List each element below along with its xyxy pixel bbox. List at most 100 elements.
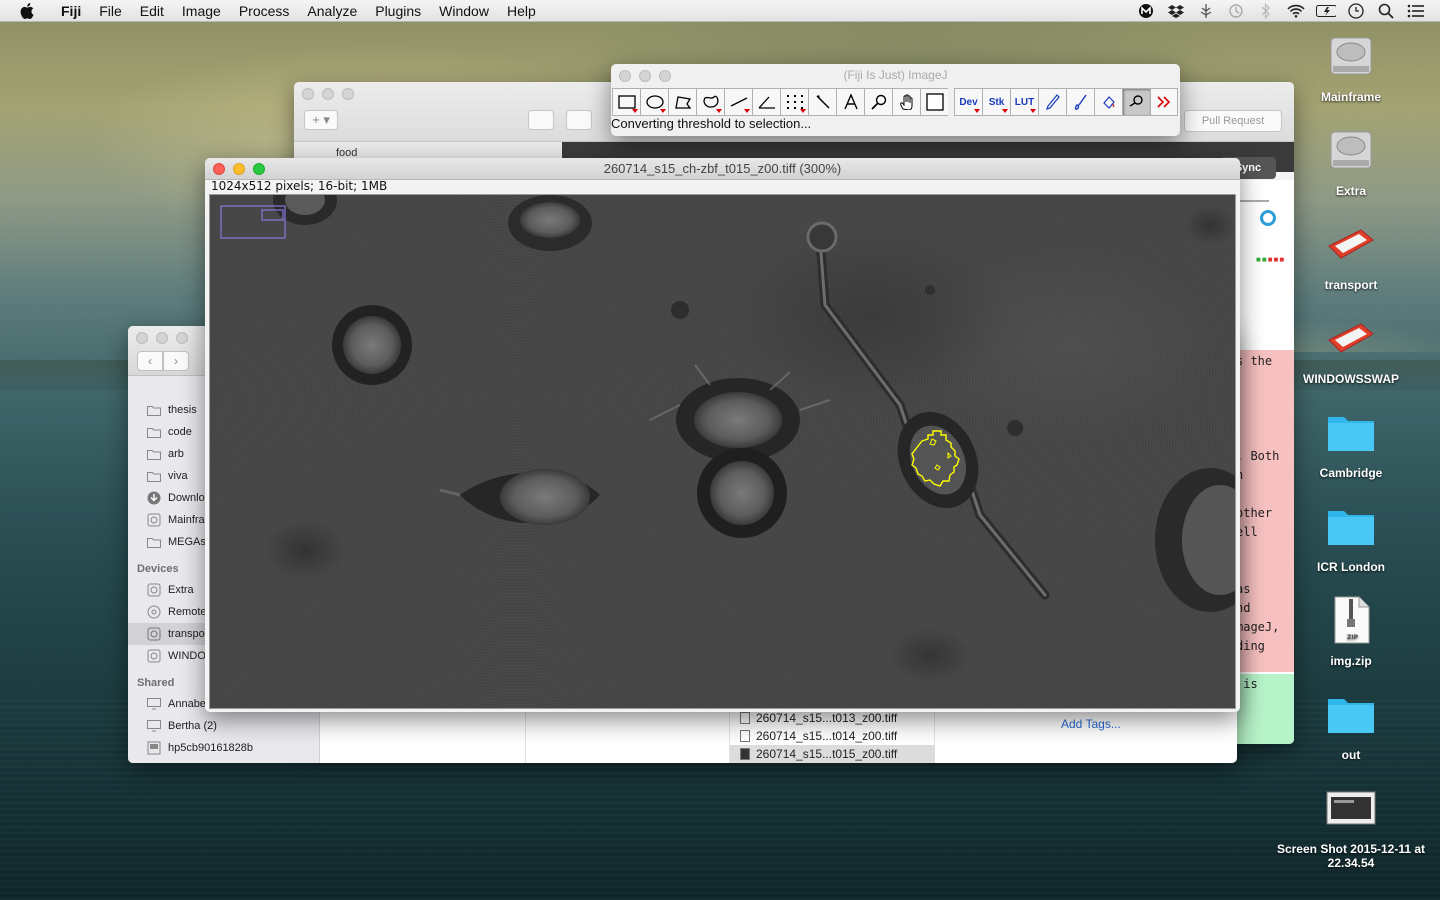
folder-icon [1323,498,1379,554]
oval-tool-icon[interactable] [640,88,668,116]
notification-center-icon[interactable] [1406,2,1426,20]
freehand-tool-icon[interactable] [696,88,724,116]
battery-icon[interactable] [1316,2,1336,20]
toggle-sidebar-button[interactable] [528,110,554,130]
sidebar-item-printer[interactable]: hp5cb90161828b [128,737,320,759]
zoom-button[interactable] [659,70,671,82]
minimize-button[interactable] [156,332,168,344]
menu-analyze[interactable]: Analyze [298,3,366,19]
add-repository-button[interactable]: + ▾ [304,110,338,130]
tiff-file-icon [740,712,750,724]
dev-tool-icon[interactable]: Dev [954,88,982,116]
menu-plugins[interactable]: Plugins [366,3,430,19]
imagej-toolbar-window: (Fiji Is Just) ImageJ Dev Stk LUT Conver… [611,64,1180,136]
image-window-title: 260714_s15_ch-zbf_t015_z00.tiff (300%) [205,158,1240,180]
pull-request-button[interactable]: Pull Request [1184,110,1282,132]
angle-tool-icon[interactable] [752,88,780,116]
download-icon [146,491,162,505]
status-menu-area [1136,0,1426,22]
branch-button[interactable] [566,110,592,130]
forward-button[interactable]: › [163,351,189,371]
close-button[interactable] [213,163,225,175]
tool-bar: Dev Stk LUT [612,88,1178,116]
sidebar-item-bertha[interactable]: Bertha (2) [128,715,320,737]
file-row[interactable]: 260714_s15...t014_z00.tiff [730,727,935,745]
desktop-icon-icr-london[interactable]: ICR London [1271,498,1431,574]
file-row-selected[interactable]: 260714_s15...t015_z00.tiff [730,745,935,763]
drive-icon [146,627,162,641]
drive-icon [146,583,162,597]
diff-line: other [1236,506,1273,520]
polygon-tool-icon[interactable] [668,88,696,116]
more-tools-icon[interactable] [1150,88,1178,116]
spotlight-icon[interactable] [1376,2,1396,20]
menu-app-fiji[interactable]: Fiji [52,3,90,19]
clock-icon[interactable] [1346,2,1366,20]
printer-icon [146,741,162,755]
desktop-icon-transport[interactable]: transport [1271,216,1431,292]
add-tags-link[interactable]: Add Tags... [1061,717,1121,731]
close-button[interactable] [136,332,148,344]
minimize-button[interactable] [233,163,245,175]
external-drive-icon [1323,310,1379,366]
menu-image[interactable]: Image [173,3,230,19]
folder-icon [146,469,162,483]
diff-line: s the [1236,354,1273,368]
close-button[interactable] [302,88,314,100]
tree-icon[interactable] [1196,2,1216,20]
rectangle-tool-icon[interactable] [612,88,640,116]
wand-tool-icon[interactable] [808,88,836,116]
menu-file[interactable]: File [90,3,131,19]
point-tool-icon[interactable] [780,88,808,116]
color-picker-tool-icon[interactable] [920,88,948,116]
menu-help[interactable]: Help [498,3,545,19]
drive-icon [146,513,162,527]
stk-tool-icon[interactable]: Stk [982,88,1010,116]
flood-fill-tool-icon[interactable] [1094,88,1122,116]
magnifier-tool-icon[interactable] [864,88,892,116]
desktop-icon-windowsswap[interactable]: WINDOWSSWAP [1271,310,1431,386]
minimize-button[interactable] [322,88,334,100]
menu-window[interactable]: Window [430,3,498,19]
brush-tool-icon[interactable] [1066,88,1094,116]
line-tool-icon[interactable] [724,88,752,116]
minimize-button[interactable] [639,70,651,82]
menu-edit[interactable]: Edit [131,3,173,19]
folder-icon [146,403,162,417]
zip-icon: ZIP [1323,592,1379,648]
desktop-icon-mainframe[interactable]: Mainframe [1271,28,1431,104]
image-window: 260714_s15_ch-zbf_t015_z00.tiff (300%) 1… [205,158,1240,712]
diff-line: ding [1236,639,1265,653]
wifi-icon[interactable] [1286,2,1306,20]
desktop-icon-out[interactable]: out [1271,686,1431,762]
close-button[interactable] [619,70,631,82]
tiff-file-icon [740,748,750,760]
menu-process[interactable]: Process [230,3,299,19]
text-tool-icon[interactable] [836,88,864,116]
dropbox-icon[interactable] [1166,2,1186,20]
pencil-tool-icon[interactable] [1038,88,1066,116]
sidebar-header-shared: Shared [137,677,175,689]
cell-image-drawing [220,195,1235,612]
zoom-button[interactable] [176,332,188,344]
folder-icon [146,425,162,439]
lut-tool-icon[interactable]: LUT [1010,88,1038,116]
desktop-icon-extra[interactable]: Extra [1271,122,1431,198]
hand-tool-icon[interactable] [892,88,920,116]
imagej-status-text: Converting threshold to selection... [611,116,812,131]
svg-text:ZIP: ZIP [1347,634,1359,641]
malwarebytes-icon[interactable] [1136,2,1156,20]
monitor-icon [146,719,162,733]
desktop-icon-screenshot[interactable]: Screen Shot 2015-12-11 at 22.34.54 [1261,780,1440,870]
folder-icon [1323,686,1379,742]
desktop-icon-img-zip[interactable]: ZIP img.zip [1271,592,1431,668]
bluetooth-icon[interactable] [1256,2,1276,20]
zoom-button[interactable] [342,88,354,100]
back-button[interactable]: ‹ [137,351,163,371]
roi-manager-tool-icon[interactable] [1122,88,1150,116]
microscopy-image[interactable] [209,194,1236,709]
desktop-icon-cambridge[interactable]: Cambridge [1271,404,1431,480]
apple-icon[interactable] [20,0,38,22]
time-machine-icon[interactable] [1226,2,1246,20]
zoom-button[interactable] [253,163,265,175]
